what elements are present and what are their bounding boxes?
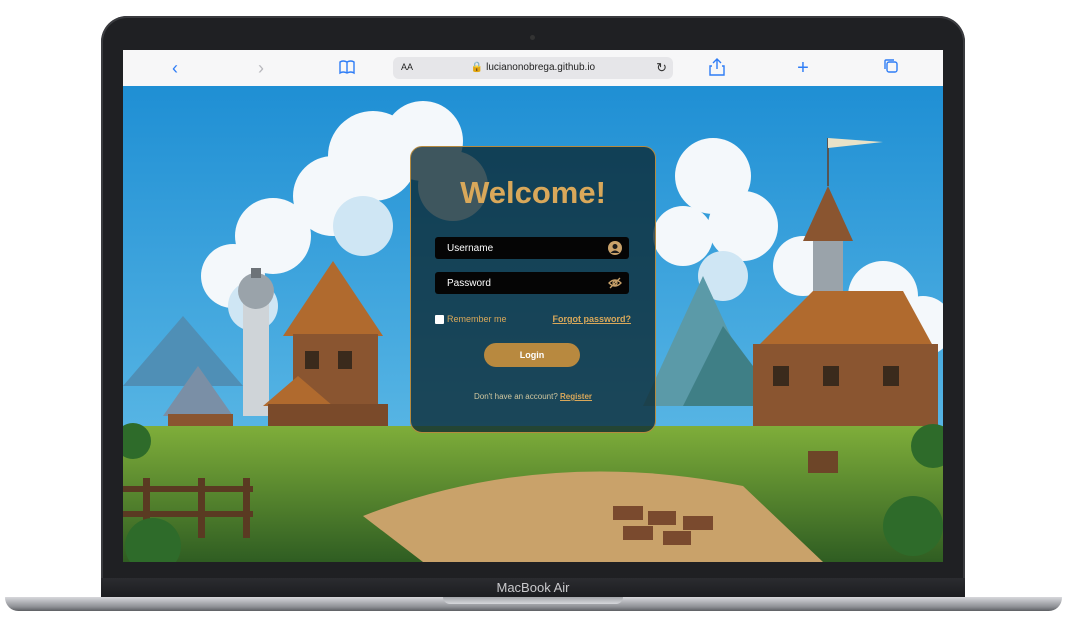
eye-off-icon[interactable] [608,276,622,290]
password-input[interactable] [435,272,607,294]
no-account-text: Don't have an account? [473,392,558,401]
book-icon[interactable] [337,58,357,78]
url-text: lucianonobrega.github.io [486,62,596,73]
page-title: Welcome! [460,175,606,210]
chevron-left-icon[interactable]: ‹ [165,58,185,78]
password-field[interactable] [435,272,629,294]
laptop-chin: MacBook Air [101,578,965,598]
url-display: 🔒 lucianonobrega.github.io [393,62,673,73]
username-input[interactable] [435,237,607,259]
model-label: MacBook Air [496,580,570,595]
forgot-password-link[interactable]: Forgot password? [553,314,632,324]
register-prompt: Don't have an account? Register [411,392,655,401]
login-card: Welcome! Remember me Forgot password? Lo… [410,146,656,433]
remember-me[interactable]: Remember me [435,314,507,324]
plus-icon[interactable]: + [793,58,813,78]
screen: ‹ › AA 🔒 lucianonobrega.github.io ↻ + We… [123,50,943,562]
reload-icon[interactable]: ↻ [656,60,667,76]
chevron-right-icon[interactable]: › [251,58,271,78]
login-button[interactable]: Login [484,343,580,367]
browser-toolbar: ‹ › AA 🔒 lucianonobrega.github.io ↻ + [123,50,943,87]
register-link[interactable]: Register [560,392,592,401]
address-bar[interactable]: AA 🔒 lucianonobrega.github.io ↻ [393,57,673,79]
tabs-icon[interactable] [881,58,901,78]
remember-label: Remember me [447,314,507,324]
remember-checkbox[interactable] [435,314,444,324]
laptop-notch [443,597,623,604]
username-field[interactable] [435,237,629,259]
share-icon[interactable] [707,58,727,78]
camera-dot [530,35,535,40]
lock-icon: 🔒 [470,62,484,73]
user-icon [608,241,622,255]
